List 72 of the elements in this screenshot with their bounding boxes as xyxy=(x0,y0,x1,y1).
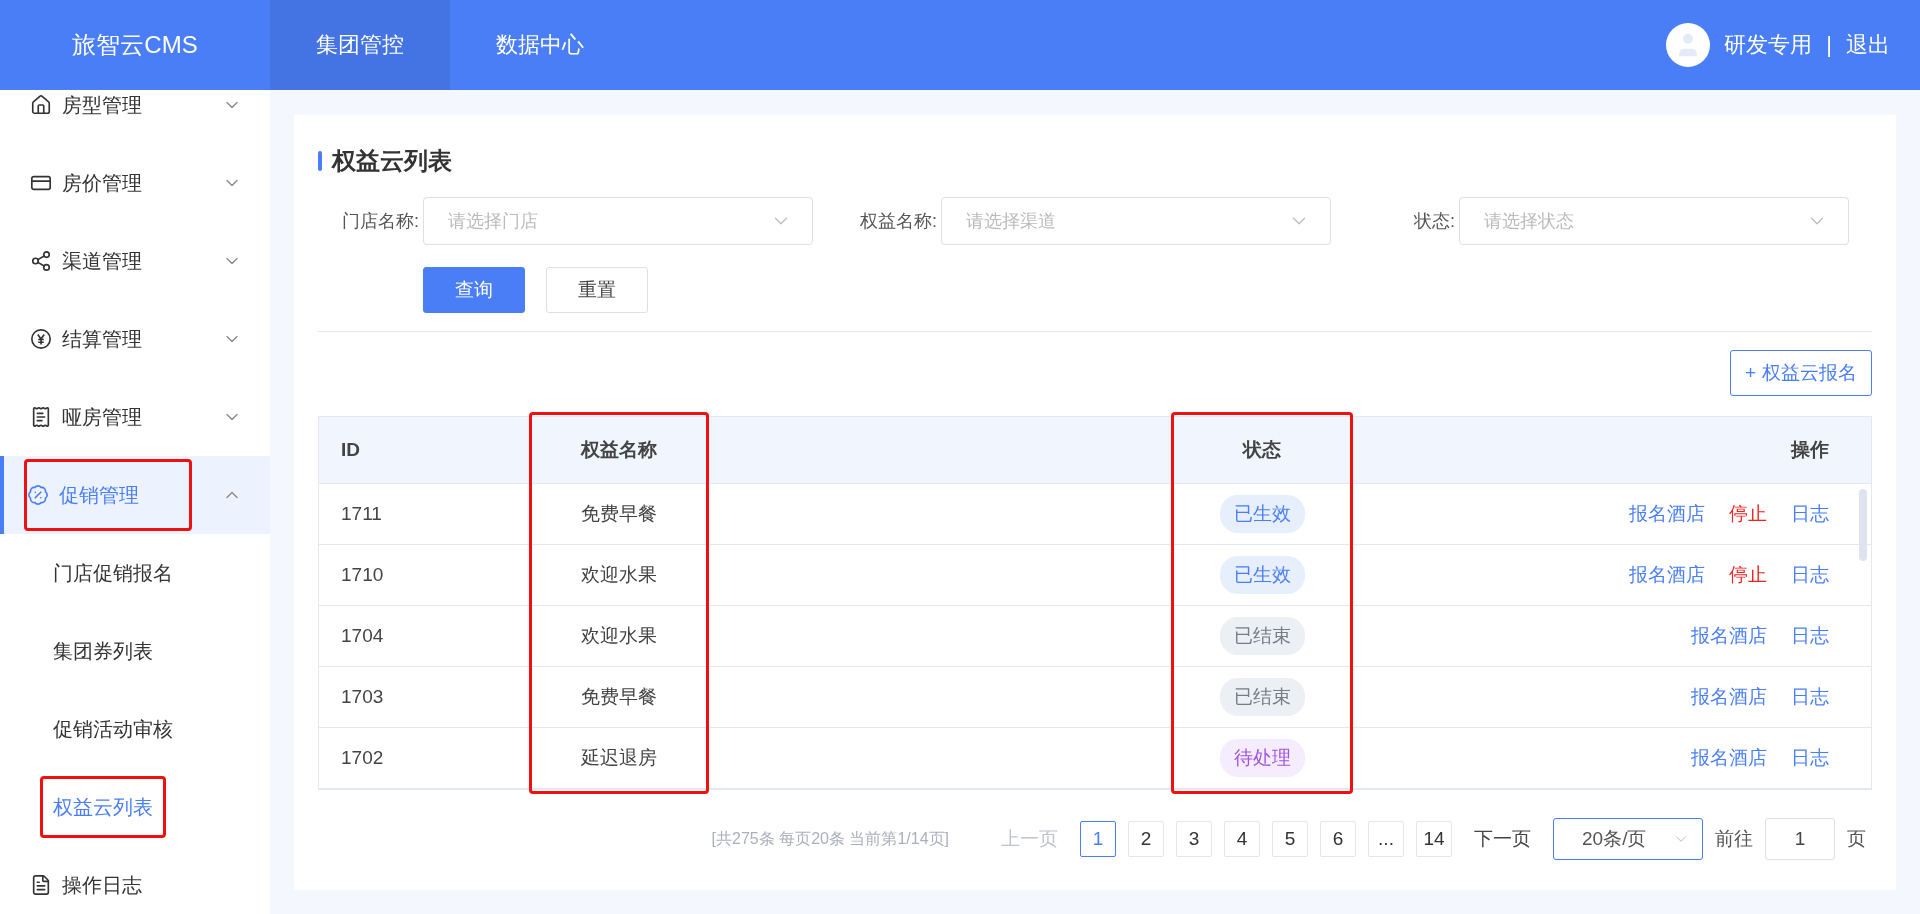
page-input[interactable]: 1 xyxy=(1765,818,1835,860)
table-cell-text: 欢迎水果 xyxy=(580,624,658,648)
column-header: 状态 xyxy=(1241,438,1282,462)
page-button[interactable]: 6 xyxy=(1320,821,1356,857)
page-title: 权益云列表 xyxy=(332,146,452,176)
sidebar-item[interactable]: 促销管理 xyxy=(0,456,270,534)
action-link[interactable]: 日志 xyxy=(1791,501,1829,527)
action-link[interactable]: 报名酒店 xyxy=(1629,562,1705,588)
receipt-icon xyxy=(30,406,52,428)
action-link[interactable]: 报名酒店 xyxy=(1691,745,1767,771)
add-button[interactable]: + 权益云报名 xyxy=(1729,350,1872,396)
status-tag: 已结束 xyxy=(1219,617,1305,655)
user-name[interactable]: 研发专用 xyxy=(1724,30,1813,60)
document-icon xyxy=(30,874,52,896)
avatar[interactable] xyxy=(1666,23,1711,67)
action-link[interactable]: 日志 xyxy=(1791,562,1829,588)
sidebar-subitem[interactable]: 促销活动审核 xyxy=(0,690,270,768)
table-cell-text: 1704 xyxy=(340,624,385,648)
reset-button[interactable]: 重置 xyxy=(546,267,648,313)
stop-link[interactable]: 停止 xyxy=(1729,562,1767,588)
status-tag: 已生效 xyxy=(1219,556,1305,594)
sidebar-subitem[interactable]: 权益云列表 xyxy=(0,768,270,846)
page-suffix: 页 xyxy=(1847,827,1866,851)
query-button[interactable]: 查询 xyxy=(423,267,525,313)
action-link[interactable]: 日志 xyxy=(1791,623,1829,649)
logo: 旅智云CMS xyxy=(71,30,199,60)
table-cell-text: 免费早餐 xyxy=(580,685,658,709)
column-header: ID xyxy=(340,438,361,462)
home-icon xyxy=(30,94,52,116)
page-button[interactable]: 3 xyxy=(1176,821,1212,857)
pagination-summary: [共275条 每页20条 当前第1/14页] xyxy=(711,828,949,849)
next-page-link[interactable]: 下一页 xyxy=(1474,826,1531,852)
table-cell-text: 1711 xyxy=(340,502,383,526)
page-button[interactable]: 4 xyxy=(1224,821,1260,857)
page-button[interactable]: 2 xyxy=(1128,821,1164,857)
action-link[interactable]: 报名酒店 xyxy=(1691,623,1767,649)
action-link[interactable]: 报名酒店 xyxy=(1629,501,1705,527)
sidebar-subitem[interactable]: 集团券列表 xyxy=(0,612,270,690)
yen-icon xyxy=(30,328,52,350)
action-link[interactable]: 日志 xyxy=(1791,684,1829,710)
nav-tab[interactable]: 数据中心 xyxy=(450,0,630,90)
status-tag: 已结束 xyxy=(1219,678,1305,716)
table-cell-text: 欢迎水果 xyxy=(580,563,658,587)
scrollbar-thumb[interactable] xyxy=(1859,489,1867,561)
nav-tab[interactable]: 集团管控 xyxy=(270,0,450,90)
page-button[interactable]: 14 xyxy=(1416,821,1452,857)
table-cell-text: 1702 xyxy=(340,746,385,770)
table-cell-text: 1703 xyxy=(340,685,385,709)
filter-label: 权益名称: xyxy=(859,210,938,233)
goto-label: 前往 xyxy=(1715,827,1753,851)
nodes-icon xyxy=(30,250,52,272)
filter-label: 状态: xyxy=(1413,210,1456,233)
column-header: 权益名称 xyxy=(579,438,658,462)
action-link[interactable]: 日志 xyxy=(1791,745,1829,771)
stop-link[interactable]: 停止 xyxy=(1729,501,1767,527)
sidebar-subitem[interactable]: 门店促销报名 xyxy=(0,534,270,612)
page-size-select[interactable]: 20条/页 xyxy=(1553,818,1703,860)
badge-percent-icon xyxy=(27,484,49,506)
page-button[interactable]: 1 xyxy=(1080,821,1116,857)
separator: | xyxy=(1826,32,1832,58)
status-tag: 已生效 xyxy=(1219,495,1305,533)
logout-link[interactable]: 退出 xyxy=(1846,30,1890,60)
page-button[interactable]: ... xyxy=(1368,821,1404,857)
action-link[interactable]: 报名酒店 xyxy=(1691,684,1767,710)
table-cell-text: 延迟退房 xyxy=(580,746,658,770)
status-tag: 待处理 xyxy=(1219,739,1305,777)
page-button[interactable]: 5 xyxy=(1272,821,1308,857)
filter-label: 门店名称: xyxy=(341,210,420,233)
title-accent xyxy=(318,151,322,171)
column-header: 操作 xyxy=(1789,438,1830,462)
table-cell-text: 免费早餐 xyxy=(580,502,658,526)
table-cell-text: 1710 xyxy=(340,563,385,587)
